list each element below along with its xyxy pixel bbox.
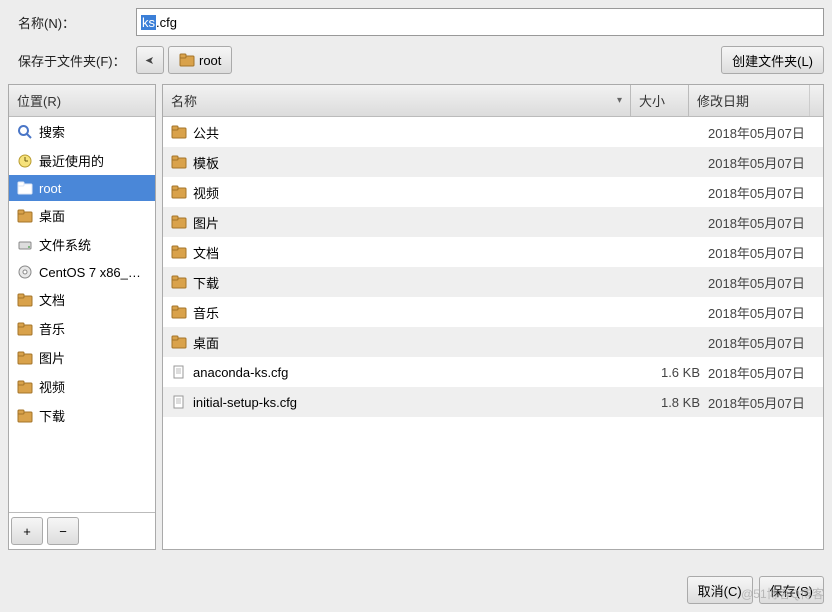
- folder-icon: [171, 244, 187, 260]
- file-row[interactable]: 音乐 2018年05月07日: [163, 297, 823, 327]
- sidebar-item-label: 最近使用的: [39, 151, 104, 170]
- sidebar-item[interactable]: 文件系统: [9, 230, 155, 259]
- savein-label: 保存于文件夹(F)：: [8, 51, 136, 70]
- file-row[interactable]: 下载 2018年05月07日: [163, 267, 823, 297]
- folder-icon: [171, 274, 187, 290]
- chevron-left-icon: ➤: [145, 54, 154, 67]
- filename-input[interactable]: ks.cfg: [136, 8, 824, 36]
- drive-icon: [17, 237, 33, 253]
- filename-selected: ks: [141, 15, 156, 30]
- folder-icon: [17, 379, 33, 395]
- sidebar-item-label: 音乐: [39, 319, 65, 338]
- folder-icon: [171, 304, 187, 320]
- save-button[interactable]: 保存(S): [759, 576, 824, 604]
- file-name: initial-setup-ks.cfg: [193, 395, 297, 410]
- sidebar-item[interactable]: 桌面: [9, 201, 155, 230]
- clock-icon: [17, 153, 33, 169]
- sidebar-item-label: root: [39, 181, 61, 196]
- file-row[interactable]: 桌面 2018年05月07日: [163, 327, 823, 357]
- file-list: 名称▾ 大小 修改日期 公共2018年05月07日模板2018年05月07日视频…: [162, 84, 824, 550]
- file-name: 音乐: [193, 303, 219, 322]
- sidebar-item[interactable]: 搜索: [9, 117, 155, 146]
- file-row[interactable]: 视频 2018年05月07日: [163, 177, 823, 207]
- file-icon: [171, 394, 187, 410]
- file-name: 桌面: [193, 333, 219, 352]
- folder-icon: [17, 408, 33, 424]
- add-bookmark-button[interactable]: +: [11, 517, 43, 545]
- sidebar-item[interactable]: 视频: [9, 372, 155, 401]
- folder-icon: [171, 154, 187, 170]
- places-header[interactable]: 位置(R): [9, 85, 155, 117]
- sidebar-item-label: 桌面: [39, 206, 65, 225]
- file-row[interactable]: 图片 2018年05月07日: [163, 207, 823, 237]
- file-name: 图片: [193, 213, 219, 232]
- filename-rest: .cfg: [156, 15, 177, 30]
- file-date: 2018年05月07日: [708, 273, 823, 292]
- folder-icon: [171, 184, 187, 200]
- file-name: 下载: [193, 273, 219, 292]
- sidebar-item-label: 搜索: [39, 122, 65, 141]
- sidebar-item-label: 文件系统: [39, 235, 91, 254]
- remove-bookmark-button[interactable]: −: [47, 517, 79, 545]
- file-icon: [171, 364, 187, 380]
- file-date: 2018年05月07日: [708, 363, 823, 382]
- file-row[interactable]: initial-setup-ks.cfg 1.8 KB2018年05月07日: [163, 387, 823, 417]
- folder-icon: [171, 124, 187, 140]
- sidebar-item[interactable]: root: [9, 175, 155, 201]
- file-date: 2018年05月07日: [708, 243, 823, 262]
- sidebar-item[interactable]: 图片: [9, 343, 155, 372]
- sidebar-item-label: 文档: [39, 290, 65, 309]
- file-name: 文档: [193, 243, 219, 262]
- file-date: 2018年05月07日: [708, 393, 823, 412]
- path-segment-root[interactable]: root: [168, 46, 232, 74]
- file-name: 视频: [193, 183, 219, 202]
- file-name: 模板: [193, 153, 219, 172]
- sort-indicator-icon: ▾: [617, 95, 622, 106]
- sidebar-item[interactable]: 文档: [9, 285, 155, 314]
- column-header-date[interactable]: 修改日期: [689, 85, 809, 116]
- sidebar-item[interactable]: 最近使用的: [9, 146, 155, 175]
- file-date: 2018年05月07日: [708, 303, 823, 322]
- column-header-size[interactable]: 大小: [631, 85, 689, 116]
- search-icon: [17, 124, 33, 140]
- sidebar-item-label: 下载: [39, 406, 65, 425]
- sidebar-item-label: CentOS 7 x86_…: [39, 265, 141, 280]
- folder-icon: [17, 321, 33, 337]
- folder-icon: [171, 334, 187, 350]
- file-row[interactable]: 模板 2018年05月07日: [163, 147, 823, 177]
- file-row[interactable]: 文档 2018年05月07日: [163, 237, 823, 267]
- file-date: 2018年05月07日: [708, 333, 823, 352]
- sidebar-item[interactable]: 音乐: [9, 314, 155, 343]
- path-back-button[interactable]: ➤: [136, 46, 164, 74]
- sidebar-item[interactable]: CentOS 7 x86_…: [9, 259, 155, 285]
- file-name: 公共: [193, 123, 219, 142]
- folder-icon: [17, 180, 33, 196]
- folder-icon: [171, 214, 187, 230]
- file-size: 1.6 KB: [650, 365, 708, 380]
- file-date: 2018年05月07日: [708, 123, 823, 142]
- name-label: 名称(N)：: [8, 13, 136, 32]
- file-date: 2018年05月07日: [708, 213, 823, 232]
- file-date: 2018年05月07日: [708, 153, 823, 172]
- file-row[interactable]: anaconda-ks.cfg 1.6 KB2018年05月07日: [163, 357, 823, 387]
- sidebar-item[interactable]: 下载: [9, 401, 155, 430]
- file-date: 2018年05月07日: [708, 183, 823, 202]
- folder-icon: [17, 292, 33, 308]
- places-sidebar: 位置(R) 搜索最近使用的 root 桌面文件系统 CentOS 7 x86_… 文档音…: [8, 84, 156, 550]
- folder-icon: [17, 208, 33, 224]
- file-name: anaconda-ks.cfg: [193, 365, 288, 380]
- file-row[interactable]: 公共 2018年05月07日: [163, 117, 823, 147]
- cancel-button[interactable]: 取消(C): [687, 576, 753, 604]
- sidebar-item-label: 图片: [39, 348, 65, 367]
- column-header-name[interactable]: 名称▾: [163, 85, 631, 116]
- sidebar-item-label: 视频: [39, 377, 65, 396]
- disc-icon: [17, 264, 33, 280]
- create-folder-button[interactable]: 创建文件夹(L): [721, 46, 824, 74]
- folder-icon: [179, 52, 195, 68]
- path-segment-label: root: [199, 53, 221, 68]
- file-size: 1.8 KB: [650, 395, 708, 410]
- folder-icon: [17, 350, 33, 366]
